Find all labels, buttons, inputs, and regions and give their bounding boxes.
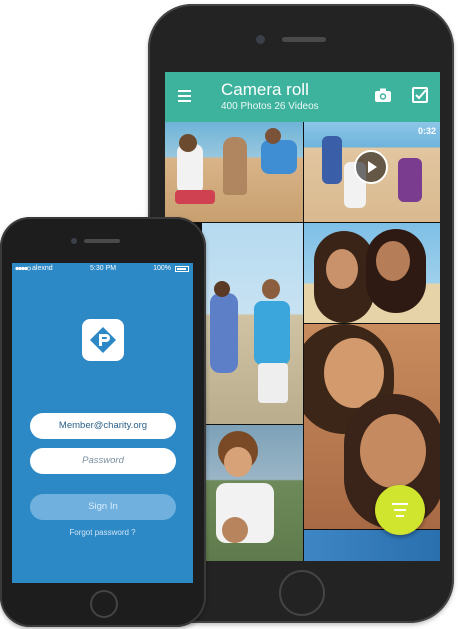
gallery-screen: Camera roll 400 Photos 26 Videos 0:32 (165, 72, 440, 561)
status-time: 5:30 PM (90, 265, 117, 272)
earpiece (282, 37, 326, 42)
earpiece (84, 239, 120, 243)
forgot-password-link[interactable]: Forgot password ? (12, 528, 193, 537)
battery-percent: 100% (153, 265, 171, 272)
battery-icon (175, 266, 189, 272)
login-screen: alexnd 5:30 PM 100% Password Sign In For… (12, 263, 193, 583)
video-thumbnail[interactable]: 0:32 (304, 122, 440, 222)
play-icon[interactable] (354, 150, 388, 184)
app-bar: Camera roll 400 Photos 26 Videos (165, 72, 440, 122)
filter-fab-button[interactable] (375, 485, 425, 535)
device-small: alexnd 5:30 PM 100% Password Sign In For… (0, 217, 206, 627)
photo-thumbnail[interactable] (202, 223, 303, 424)
home-button[interactable] (90, 590, 118, 618)
password-field[interactable]: Password (30, 448, 176, 474)
video-duration: 0:32 (417, 126, 436, 136)
carrier-name: alexnd (32, 265, 53, 272)
email-field[interactable] (30, 413, 176, 439)
home-button[interactable] (279, 570, 325, 616)
select-check-icon[interactable] (411, 86, 429, 104)
media-count: 400 Photos 26 Videos (221, 101, 319, 112)
camera-icon[interactable] (374, 86, 392, 104)
status-bar: alexnd 5:30 PM 100% (12, 263, 193, 275)
photo-thumbnail[interactable] (202, 425, 303, 561)
filter-icon (392, 503, 408, 517)
front-camera (71, 238, 77, 244)
app-logo (82, 319, 124, 361)
menu-icon[interactable] (178, 90, 191, 102)
front-camera (256, 35, 265, 44)
photo-thumbnail[interactable] (304, 223, 440, 323)
signal-icon (15, 266, 31, 271)
sign-in-button[interactable]: Sign In (30, 494, 176, 520)
photo-thumbnail[interactable] (165, 122, 303, 222)
page-title: Camera roll (221, 80, 309, 99)
